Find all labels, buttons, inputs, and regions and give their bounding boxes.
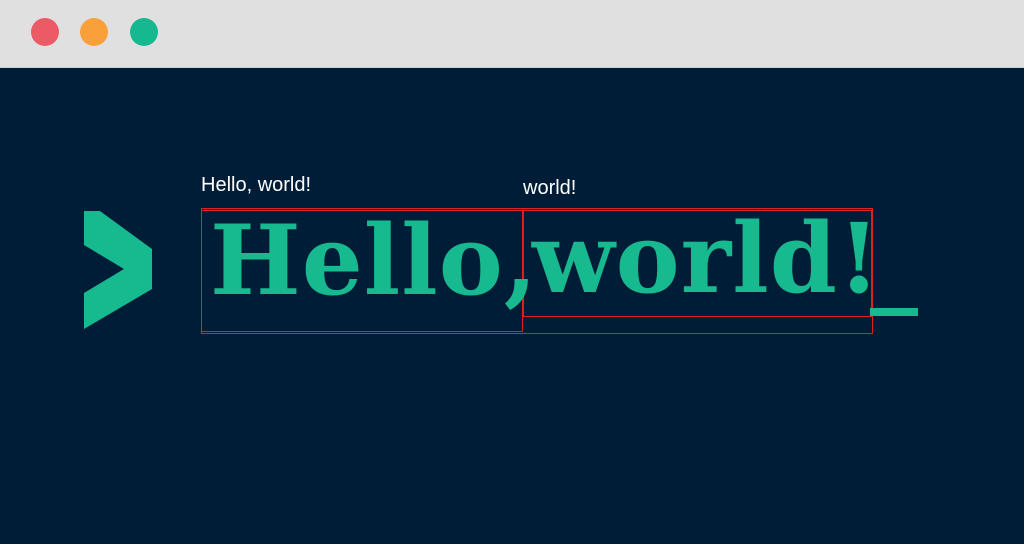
chevron-right-icon — [84, 211, 152, 329]
maximize-window-button[interactable] — [130, 18, 158, 46]
minimize-window-button[interactable] — [80, 18, 108, 46]
prompt-chevron-shape — [84, 211, 152, 329]
title-bar — [0, 0, 1024, 68]
headline-word-hello: Hello, — [210, 204, 539, 317]
close-window-button[interactable] — [31, 18, 59, 46]
terminal-stage: Hello, world! world! Hello, world! — [0, 68, 1024, 544]
app-window: Hello, world! world! Hello, world! — [0, 0, 1024, 544]
headline-word-world: world! — [532, 202, 881, 315]
underscore-cursor-icon — [870, 308, 918, 316]
label-second-word: world! — [523, 177, 577, 199]
label-full-phrase: Hello, world! — [201, 174, 312, 196]
